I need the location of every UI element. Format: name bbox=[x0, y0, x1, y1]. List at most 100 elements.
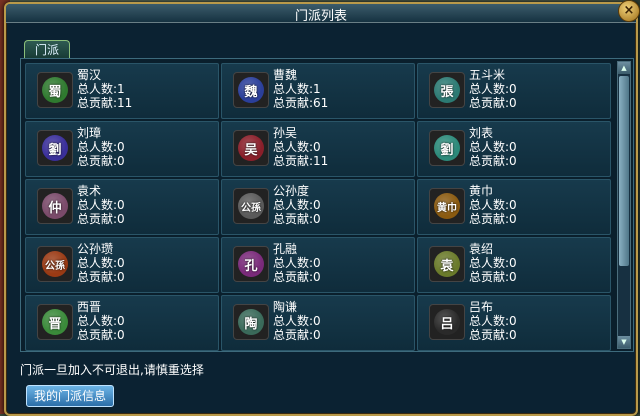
faction-contribution: 总贡献:0 bbox=[469, 212, 517, 226]
faction-emblem-glyph: 公孫 bbox=[238, 193, 264, 219]
faction-info: 袁术 总人数:0 总贡献:0 bbox=[77, 184, 125, 226]
faction-name: 公孙瓒 bbox=[77, 242, 114, 256]
faction-emblem-glyph: 吕 bbox=[434, 309, 460, 335]
faction-emblem-icon: 劉 bbox=[37, 130, 73, 166]
faction-contribution: 总贡献:0 bbox=[273, 270, 321, 284]
faction-contribution: 总贡献:11 bbox=[77, 96, 133, 110]
faction-info: 公孙度 总人数:0 总贡献:0 bbox=[273, 184, 321, 226]
faction-card[interactable]: 晋西晋 总人数:0 总贡献:0 bbox=[25, 295, 219, 351]
faction-info: 公孙瓒 总人数:0 总贡献:0 bbox=[77, 242, 125, 284]
faction-members: 总人数:0 bbox=[273, 198, 321, 212]
faction-info: 孙吴 总人数:0 总贡献:11 bbox=[273, 126, 328, 168]
faction-card[interactable]: 劉刘璋 总人数:0 总贡献:0 bbox=[25, 121, 219, 177]
faction-name: 袁绍 bbox=[469, 242, 494, 256]
faction-card[interactable]: 黄巾 黄巾 总人数:0 总贡献:0 bbox=[417, 179, 611, 235]
faction-card[interactable]: 公孫 公孙度 总人数:0 总贡献:0 bbox=[221, 179, 415, 235]
faction-card[interactable]: 陶陶谦 总人数:0 总贡献:0 bbox=[221, 295, 415, 351]
faction-name: 袁术 bbox=[77, 184, 102, 198]
scrollbar-thumb[interactable] bbox=[619, 76, 629, 266]
faction-name: 西晋 bbox=[77, 300, 102, 314]
faction-emblem-icon: 晋 bbox=[37, 304, 73, 340]
faction-members: 总人数:0 bbox=[77, 314, 125, 328]
faction-info: 孔融 总人数:0 总贡献:0 bbox=[273, 242, 321, 284]
faction-emblem-icon: 魏 bbox=[233, 72, 269, 108]
faction-name: 公孙度 bbox=[273, 184, 310, 198]
faction-card[interactable]: 吕吕布 总人数:0 总贡献:0 bbox=[417, 295, 611, 351]
faction-card[interactable]: 仲袁术 总人数:0 总贡献:0 bbox=[25, 179, 219, 235]
faction-name: 孙吴 bbox=[273, 126, 298, 140]
faction-name: 陶谦 bbox=[273, 300, 298, 314]
faction-members: 总人数:1 bbox=[273, 82, 321, 96]
faction-members: 总人数:0 bbox=[469, 198, 517, 212]
faction-card[interactable]: 吴孙吴 总人数:0 总贡献:11 bbox=[221, 121, 415, 177]
faction-card[interactable]: 公孫 公孙瓒 总人数:0 总贡献:0 bbox=[25, 237, 219, 293]
faction-contribution: 总贡献:0 bbox=[469, 270, 517, 284]
faction-info: 曹魏 总人数:1 总贡献:61 bbox=[273, 68, 328, 110]
faction-emblem-icon: 仲 bbox=[37, 188, 73, 224]
faction-emblem-glyph: 劉 bbox=[434, 135, 460, 161]
faction-emblem-icon: 袁 bbox=[429, 246, 465, 282]
faction-info: 西晋 总人数:0 总贡献:0 bbox=[77, 300, 125, 342]
faction-emblem-glyph: 劉 bbox=[42, 135, 68, 161]
window-title: 门派列表 bbox=[294, 9, 347, 24]
faction-name: 孔融 bbox=[273, 242, 298, 256]
faction-list-panel: 蜀蜀汉 总人数:1 总贡献:11 魏曹魏 总人数:1 总贡献:61 張五斗米 总人数:0 总贡献… bbox=[20, 58, 634, 352]
faction-card[interactable]: 劉刘表 总人数:0 总贡献:0 bbox=[417, 121, 611, 177]
faction-card[interactable]: 魏曹魏 总人数:1 总贡献:61 bbox=[221, 63, 415, 119]
faction-contribution: 总贡献:0 bbox=[273, 328, 321, 342]
faction-contribution: 总贡献:0 bbox=[469, 154, 517, 168]
faction-name: 刘璋 bbox=[77, 126, 102, 140]
faction-emblem-icon: 陶 bbox=[233, 304, 269, 340]
faction-emblem-icon: 黄巾 bbox=[429, 188, 465, 224]
faction-emblem-icon: 吴 bbox=[233, 130, 269, 166]
faction-contribution: 总贡献:0 bbox=[77, 270, 125, 284]
scroll-up-arrow-icon[interactable]: ▲ bbox=[618, 62, 630, 74]
faction-emblem-glyph: 公孫 bbox=[42, 251, 68, 277]
title-bar[interactable]: 门派列表 bbox=[6, 4, 636, 24]
faction-emblem-glyph: 黄巾 bbox=[434, 193, 460, 219]
faction-name: 曹魏 bbox=[273, 68, 298, 82]
faction-emblem-icon: 蜀 bbox=[37, 72, 73, 108]
scroll-down-arrow-icon[interactable]: ▼ bbox=[618, 336, 630, 348]
faction-contribution: 总贡献:61 bbox=[273, 96, 329, 110]
faction-members: 总人数:0 bbox=[469, 140, 517, 154]
faction-emblem-glyph: 吴 bbox=[238, 135, 264, 161]
faction-info: 陶谦 总人数:0 总贡献:0 bbox=[273, 300, 321, 342]
faction-emblem-glyph: 蜀 bbox=[42, 77, 68, 103]
faction-contribution: 总贡献:11 bbox=[273, 154, 329, 168]
faction-contribution: 总贡献:0 bbox=[77, 154, 125, 168]
faction-card[interactable]: 孔孔融 总人数:0 总贡献:0 bbox=[221, 237, 415, 293]
scrollbar[interactable]: ▲ ▼ bbox=[617, 61, 631, 349]
faction-members: 总人数:0 bbox=[77, 198, 125, 212]
my-faction-info-button[interactable]: 我的门派信息 bbox=[26, 385, 114, 407]
join-warning-text: 门派一旦加入不可退出,请慎重选择 bbox=[20, 363, 204, 377]
faction-contribution: 总贡献:0 bbox=[469, 328, 517, 342]
faction-contribution: 总贡献:0 bbox=[77, 212, 125, 226]
faction-members: 总人数:0 bbox=[469, 314, 517, 328]
faction-emblem-glyph: 孔 bbox=[238, 251, 264, 277]
faction-emblem-icon: 孔 bbox=[233, 246, 269, 282]
faction-name: 蜀汉 bbox=[77, 68, 102, 82]
faction-contribution: 总贡献:0 bbox=[77, 328, 125, 342]
faction-emblem-glyph: 仲 bbox=[42, 193, 68, 219]
faction-emblem-icon: 張 bbox=[429, 72, 465, 108]
faction-contribution: 总贡献:0 bbox=[273, 212, 321, 226]
close-icon[interactable]: × bbox=[618, 0, 640, 22]
tab-faction[interactable]: 门派 bbox=[24, 40, 71, 59]
faction-emblem-glyph: 晋 bbox=[42, 309, 68, 335]
faction-members: 总人数:0 bbox=[469, 82, 517, 96]
faction-members: 总人数:0 bbox=[469, 256, 517, 270]
faction-members: 总人数:0 bbox=[273, 140, 321, 154]
faction-emblem-icon: 吕 bbox=[429, 304, 465, 340]
faction-members: 总人数:0 bbox=[77, 140, 125, 154]
faction-info: 黄巾 总人数:0 总贡献:0 bbox=[469, 184, 517, 226]
faction-list-window: 门派列表 × 门派 蜀蜀汉 总人数:1 总贡献:11 魏曹魏 总人数:1 总贡献:61 張五… bbox=[4, 0, 640, 416]
faction-card[interactable]: 袁袁绍 总人数:0 总贡献:0 bbox=[417, 237, 611, 293]
faction-name: 黄巾 bbox=[469, 184, 494, 198]
faction-card[interactable]: 張五斗米 总人数:0 总贡献:0 bbox=[417, 63, 611, 119]
faction-card[interactable]: 蜀蜀汉 总人数:1 总贡献:11 bbox=[25, 63, 219, 119]
faction-info: 刘璋 总人数:0 总贡献:0 bbox=[77, 126, 125, 168]
faction-members: 总人数:1 bbox=[77, 82, 125, 96]
faction-info: 刘表 总人数:0 总贡献:0 bbox=[469, 126, 517, 168]
faction-members: 总人数:0 bbox=[77, 256, 125, 270]
